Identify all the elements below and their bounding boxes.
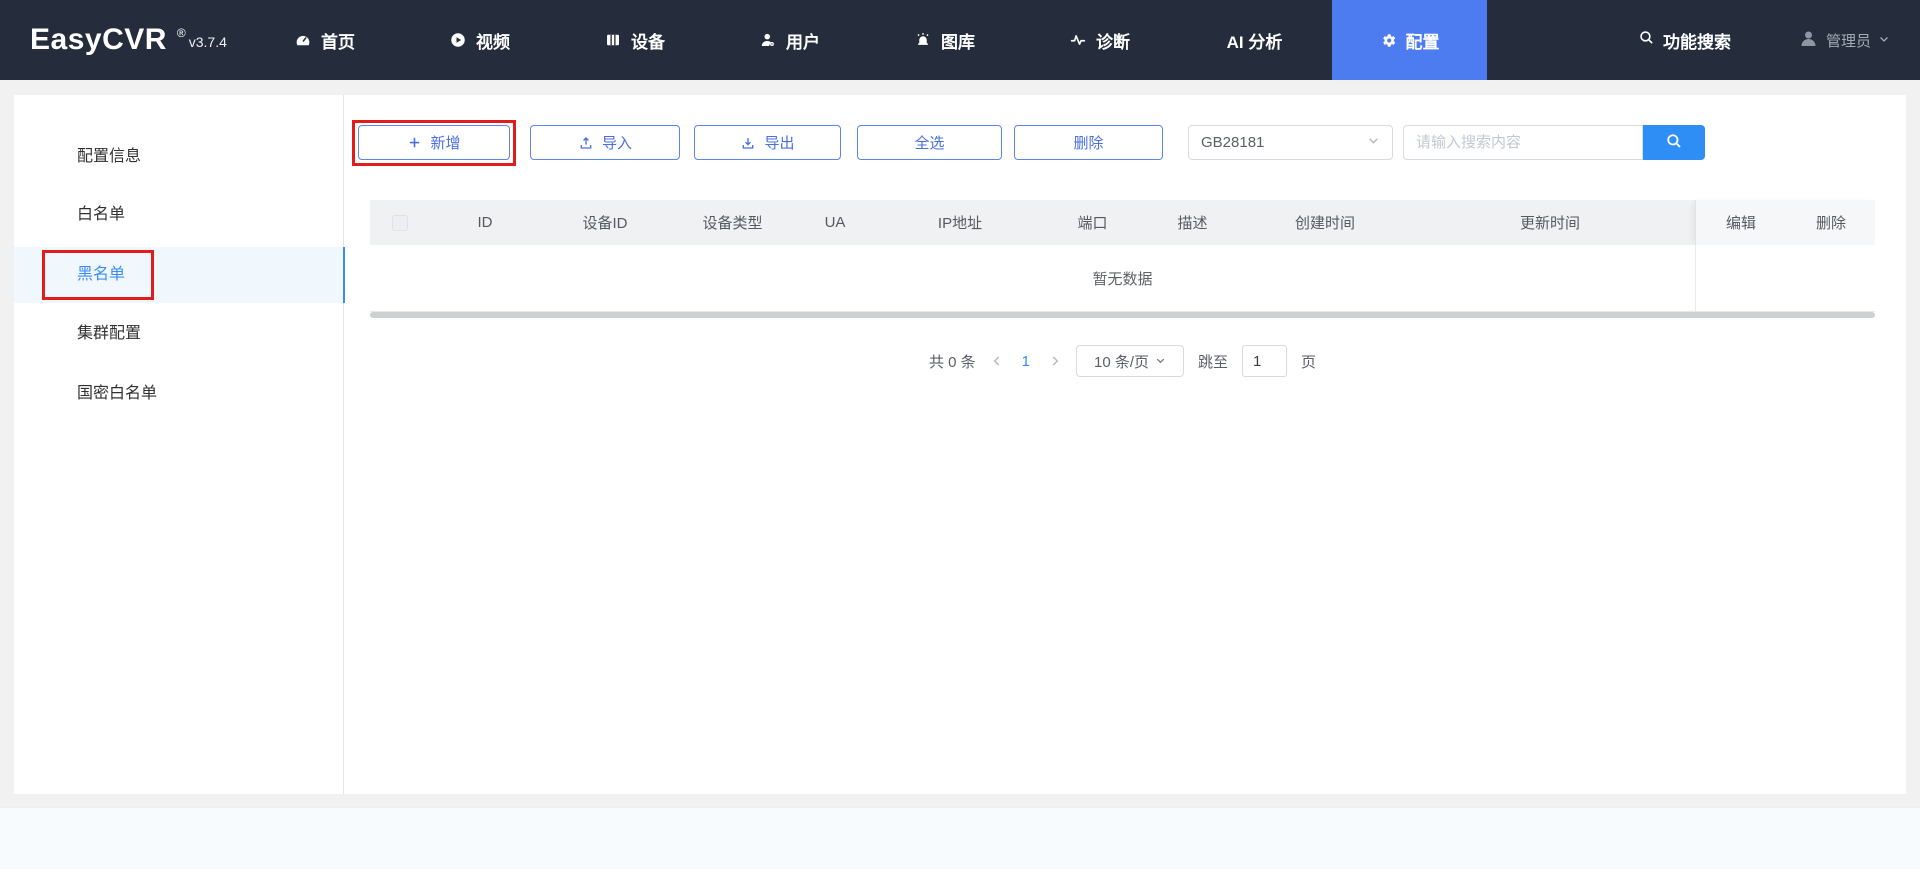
col-header-ip: IP地址 <box>937 215 983 232</box>
page-size-select[interactable]: 10 条/页 <box>1076 345 1184 377</box>
col-header-edit: 编辑 <box>1725 215 1756 232</box>
prev-page-button[interactable] <box>990 354 1004 368</box>
col-header-port: 端口 <box>1077 215 1108 232</box>
main-nav: 首页 视频 设备 用户 图库 诊断 AI 分析 配置 <box>247 0 1487 80</box>
sidebar-item-blacklist[interactable]: 黑名单 <box>14 247 345 303</box>
sidebar-item-whitelist[interactable]: 白名单 <box>14 187 344 243</box>
export-button-label: 导出 <box>764 135 795 152</box>
select-all-button[interactable]: 全选 <box>857 125 1002 160</box>
function-search-label: 功能搜索 <box>1663 32 1731 52</box>
search-button[interactable] <box>1643 125 1705 160</box>
chevron-down-icon <box>1155 353 1166 370</box>
registered-mark: ® <box>176 26 186 40</box>
horizontal-scrollbar[interactable] <box>370 312 1875 318</box>
sidebar-item-cluster-config[interactable]: 集群配置 <box>14 306 344 362</box>
download-icon <box>740 135 756 151</box>
app-version: v3.7.4 <box>188 34 227 50</box>
nav-item-label: 视频 <box>476 32 510 52</box>
empty-state-text: 暂无数据 <box>1092 270 1153 288</box>
empty-state-row: 暂无数据 <box>370 245 1875 312</box>
col-header-updated-at: 更新时间 <box>1519 215 1580 232</box>
sidebar-item-gm-whitelist[interactable]: 国密白名单 <box>14 366 344 422</box>
table-header-row: ID 设备ID 设备类型 UA IP地址 端口 描述 创建时间 更新时间 编辑 … <box>370 200 1875 245</box>
col-header-created-at: 创建时间 <box>1294 215 1355 232</box>
col-header-ua: UA <box>824 214 846 231</box>
add-button[interactable]: 新增 <box>358 125 510 160</box>
jump-page-input[interactable] <box>1242 345 1288 377</box>
nav-item-video[interactable]: 视频 <box>402 0 557 80</box>
select-all-checkbox[interactable] <box>392 214 408 231</box>
col-header-id: ID <box>477 214 493 231</box>
top-navbar: EasyCVR ® v3.7.4 首页 视频 设备 用户 图库 诊断 AI 分析… <box>0 0 1920 80</box>
page-size-value: 10 条/页 <box>1093 353 1150 371</box>
page-number-current[interactable]: 1 <box>1018 353 1034 370</box>
upload-icon <box>578 135 594 151</box>
nav-item-home[interactable]: 首页 <box>247 0 402 80</box>
fixed-columns-header: 编辑 删除 <box>1695 200 1875 245</box>
nav-item-label: 设备 <box>631 32 665 52</box>
video-icon <box>449 31 467 49</box>
easycvr-app: EasyCVR ® v3.7.4 首页 视频 设备 用户 图库 诊断 AI 分析… <box>0 0 1920 869</box>
nav-item-label: 配置 <box>1405 32 1440 52</box>
nav-item-user[interactable]: 用户 <box>712 0 867 80</box>
page-footer-strip <box>0 807 1920 869</box>
blacklist-table: ID 设备ID 设备类型 UA IP地址 端口 描述 创建时间 更新时间 编辑 … <box>370 200 1875 318</box>
dashboard-icon <box>294 31 312 49</box>
nav-item-label: 图库 <box>941 32 975 52</box>
sidebar-item-config-info[interactable]: 配置信息 <box>14 129 344 185</box>
user-label: 管理员 <box>1826 32 1872 50</box>
app-logo[interactable]: EasyCVR ® v3.7.4 <box>30 0 227 80</box>
col-header-description: 描述 <box>1177 215 1208 232</box>
import-button[interactable]: 导入 <box>530 125 680 160</box>
nav-item-label: 用户 <box>786 32 820 52</box>
search-icon <box>1665 132 1683 153</box>
plus-icon <box>407 135 422 150</box>
col-header-device-type: 设备类型 <box>702 215 763 232</box>
protocol-select-value: GB28181 <box>1201 134 1265 151</box>
next-page-button[interactable] <box>1048 354 1062 368</box>
user-icon <box>759 31 777 49</box>
nav-item-label: 首页 <box>321 32 355 52</box>
device-icon <box>604 31 622 49</box>
nav-item-config[interactable]: 配置 <box>1332 0 1487 80</box>
chevron-down-icon <box>1878 32 1890 49</box>
select-all-button-label: 全选 <box>914 135 945 152</box>
nav-item-label: AI 分析 <box>1226 32 1283 52</box>
col-header-delete: 删除 <box>1815 215 1846 232</box>
logo-text: EasyCVR <box>30 23 167 56</box>
nav-item-ai-analysis[interactable]: AI 分析 <box>1177 0 1332 80</box>
delete-button-label: 删除 <box>1073 135 1104 152</box>
import-button-label: 导入 <box>601 135 632 152</box>
config-sidebar: 配置信息 白名单 黑名单 集群配置 国密白名单 <box>14 95 345 794</box>
diagnosis-icon <box>1069 31 1087 49</box>
nav-item-device[interactable]: 设备 <box>557 0 712 80</box>
select-all-cell <box>370 200 430 245</box>
gallery-icon <box>914 31 932 49</box>
content-card: 配置信息 白名单 黑名单 集群配置 国密白名单 新增 导入 导出 全选 删除 G… <box>14 95 1906 794</box>
user-menu[interactable]: 管理员 <box>1798 0 1890 80</box>
search-input[interactable] <box>1403 125 1643 160</box>
add-button-label: 新增 <box>430 135 461 152</box>
chevron-down-icon <box>1367 134 1380 151</box>
pagination-total: 共 0 条 <box>928 353 976 371</box>
fixed-columns-divider <box>1695 245 1696 311</box>
nav-item-diagnosis[interactable]: 诊断 <box>1022 0 1177 80</box>
delete-button[interactable]: 删除 <box>1014 125 1163 160</box>
col-header-device-id: 设备ID <box>582 215 628 232</box>
avatar-icon <box>1798 28 1819 53</box>
jump-to-label: 跳至 <box>1198 353 1229 371</box>
page-unit-label: 页 <box>1301 353 1317 371</box>
pagination-bar: 共 0 条 1 10 条/页 跳至 页 <box>370 343 1875 379</box>
function-search[interactable]: 功能搜索 <box>1638 0 1731 80</box>
gear-icon <box>1380 32 1397 49</box>
search-icon <box>1638 29 1655 51</box>
protocol-select[interactable]: GB28181 <box>1188 125 1393 160</box>
nav-item-label: 诊断 <box>1096 32 1130 52</box>
nav-item-gallery[interactable]: 图库 <box>867 0 1022 80</box>
export-button[interactable]: 导出 <box>694 125 841 160</box>
